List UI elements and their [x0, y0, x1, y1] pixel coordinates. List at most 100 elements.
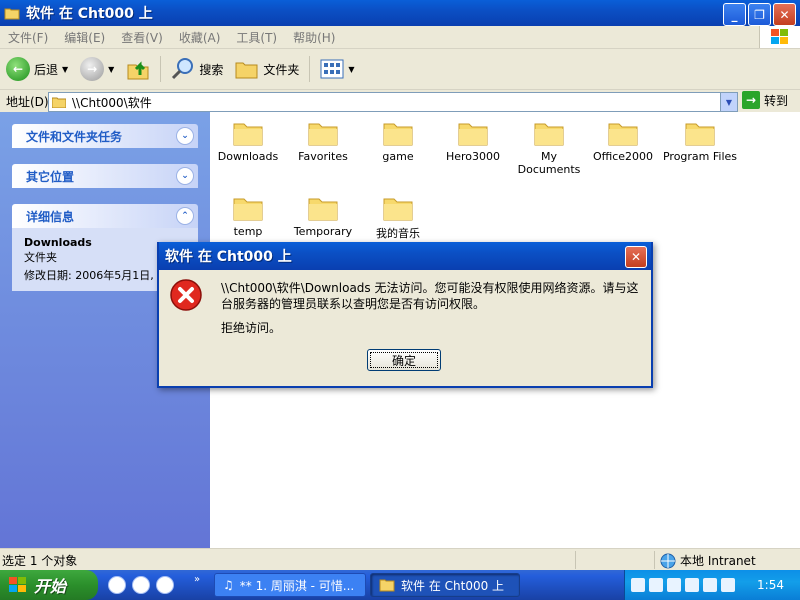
display-tray-icon[interactable]	[667, 578, 681, 592]
status-text: 选定 1 个对象	[2, 553, 78, 568]
folder-item[interactable]: My Documents	[509, 120, 589, 176]
folder-label: Downloads	[217, 150, 279, 163]
folders-button[interactable]: 文件夹	[229, 58, 305, 80]
menu-favorites[interactable]: 收藏(A)	[171, 29, 229, 46]
folder-label: 我的音乐	[376, 227, 420, 240]
menu-file[interactable]: 文件(F)	[0, 29, 56, 46]
menu-help[interactable]: 帮助(H)	[285, 29, 343, 46]
system-tray: 1:54	[624, 570, 800, 600]
status-divider	[654, 551, 655, 569]
ok-button[interactable]: 确定	[367, 349, 441, 371]
back-arrow-icon: ←	[6, 57, 30, 81]
toolbar-separator	[309, 56, 311, 82]
chevron-down-icon[interactable]: ⌄	[176, 167, 194, 185]
folder-label: Office2000	[592, 150, 654, 163]
folder-label: Favorites	[298, 150, 348, 163]
dialog-message-detail: 拒绝访问。	[221, 321, 282, 335]
folder-label: Hero3000	[445, 150, 501, 163]
window-title: 软件 在 Cht000 上	[26, 6, 153, 22]
error-icon	[170, 279, 202, 311]
zone-indicator: 本地 Intranet	[660, 552, 756, 569]
menu-edit[interactable]: 编辑(E)	[56, 29, 113, 46]
folder-item[interactable]: Favorites	[285, 120, 361, 163]
back-tray-icon[interactable]	[631, 578, 645, 592]
messenger-tray-icon[interactable]	[721, 578, 735, 592]
chevron-up-icon[interactable]: ⌃	[176, 207, 194, 225]
dialog-titlebar[interactable]: 软件 在 Cht000 上	[159, 242, 651, 270]
folder-item[interactable]: Office2000	[585, 120, 661, 163]
folders-label: 文件夹	[263, 62, 300, 77]
minimize-button[interactable]: _	[723, 3, 746, 26]
search-button[interactable]: 搜索	[165, 57, 229, 81]
folder-item[interactable]: Program Files	[660, 120, 740, 163]
folder-icon	[534, 123, 564, 146]
folder-item[interactable]: game	[360, 120, 436, 163]
details-header[interactable]: 详细信息 ⌃	[12, 204, 198, 228]
taskbar-item-explorer[interactable]: 软件 在 Cht000 上	[370, 573, 520, 597]
windows-flag-icon	[9, 577, 26, 592]
folder-label: My Documents	[517, 150, 581, 176]
chevron-down-icon[interactable]: ⌄	[176, 127, 194, 145]
start-label: 开始	[34, 577, 67, 596]
close-button[interactable]: ✕	[773, 3, 796, 26]
folder-icon	[233, 123, 263, 146]
up-button[interactable]	[120, 57, 156, 81]
folder-icon	[685, 123, 715, 146]
taskbar: 开始 » ♫ ** 1. 周丽淇 - 可惜... 软件 在 Cht000 上 1…	[0, 570, 800, 600]
folder-icon	[308, 123, 338, 146]
error-dialog: 软件 在 Cht000 上 ✕ \\Cht000\软件\Downloads 无法…	[157, 242, 653, 388]
folders-icon	[235, 62, 258, 79]
windows-logo-icon	[759, 26, 800, 48]
folder-icon	[608, 123, 638, 146]
back-button[interactable]: ← 后退 ▼	[0, 57, 74, 81]
dropdown-arrow-icon[interactable]: ▼	[348, 65, 354, 74]
zone-label: 本地 Intranet	[680, 554, 756, 568]
folder-icon	[458, 123, 488, 146]
dropdown-arrow-icon[interactable]: ▼	[62, 65, 68, 74]
intranet-globe-icon	[660, 553, 676, 568]
views-button[interactable]: ▼	[314, 59, 360, 79]
folder-label: game	[382, 150, 414, 163]
menu-view[interactable]: 查看(V)	[113, 29, 171, 46]
go-arrow-icon: →	[742, 91, 760, 109]
browser-icon[interactable]	[132, 576, 150, 594]
forward-button[interactable]: → ▼	[74, 57, 120, 81]
other-places-header[interactable]: 其它位置 ⌄	[12, 164, 198, 188]
folder-label: Temporary	[293, 225, 353, 238]
volume-tray-icon[interactable]	[685, 578, 699, 592]
dialog-close-button[interactable]: ✕	[625, 246, 647, 268]
media-player-icon[interactable]	[156, 576, 174, 594]
ie-icon[interactable]	[108, 576, 126, 594]
window-titlebar[interactable]: 软件 在 Cht000 上 _ ❐ ✕	[0, 0, 800, 26]
views-icon	[320, 59, 344, 79]
file-tasks-panel: 文件和文件夹任务 ⌄	[12, 124, 198, 148]
search-icon	[172, 58, 194, 80]
quick-launch	[108, 576, 174, 594]
folder-item[interactable]: temp	[210, 195, 286, 238]
folder-label: temp	[233, 225, 263, 238]
folder-icon	[383, 198, 413, 221]
restore-button[interactable]: ❐	[748, 3, 771, 26]
network-tray-icon[interactable]	[649, 578, 663, 592]
address-input[interactable]: \\Cht000\软件 ▼	[48, 92, 738, 112]
dropdown-arrow-icon[interactable]: ▼	[108, 65, 114, 74]
folder-item[interactable]: Downloads	[210, 120, 286, 163]
quick-launch-more-icon[interactable]: »	[194, 574, 200, 585]
taskbar-item-player[interactable]: ♫ ** 1. 周丽淇 - 可惜...	[214, 573, 366, 597]
file-tasks-header[interactable]: 文件和文件夹任务 ⌄	[12, 124, 198, 148]
antivirus-tray-icon[interactable]	[703, 578, 717, 592]
folder-item[interactable]: Temporary	[285, 195, 361, 238]
folder-item[interactable]: Hero3000	[435, 120, 511, 163]
folder-item[interactable]: 我的音乐	[360, 195, 436, 241]
address-dropdown-arrow-icon[interactable]: ▼	[720, 93, 737, 111]
folder-up-icon	[127, 61, 149, 80]
folder-icon	[308, 198, 338, 221]
folder-icon	[379, 579, 395, 592]
go-button[interactable]: → 转到	[742, 91, 788, 109]
start-button[interactable]: 开始	[0, 570, 98, 600]
search-label: 搜索	[199, 62, 224, 77]
back-label: 后退	[34, 62, 59, 77]
address-path: \\Cht000\软件	[72, 95, 152, 110]
file-tasks-title: 文件和文件夹任务	[26, 129, 123, 144]
menu-tools[interactable]: 工具(T)	[228, 29, 285, 46]
